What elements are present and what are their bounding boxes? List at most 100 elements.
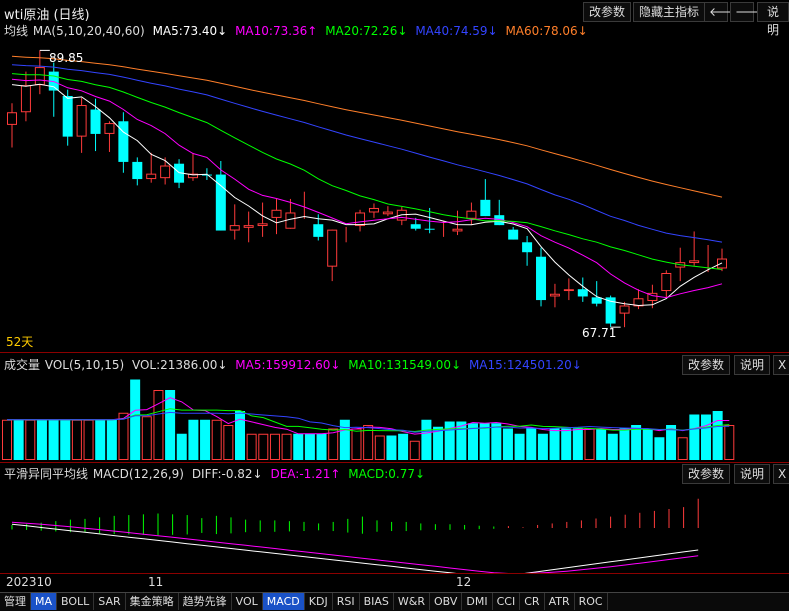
volume-bar bbox=[526, 428, 537, 460]
volume-bar bbox=[398, 433, 409, 460]
ma20-value: MA20:72.26↓ bbox=[325, 24, 408, 38]
x-label-start: 202310 bbox=[6, 575, 52, 589]
macd-close-button[interactable]: X bbox=[773, 464, 789, 484]
candle-body bbox=[62, 95, 73, 137]
volume-bar bbox=[409, 440, 420, 460]
volume-bar bbox=[60, 419, 71, 460]
prev-button[interactable]: 🡐 bbox=[704, 2, 741, 22]
volume-bar bbox=[106, 419, 117, 460]
tab-rsi[interactable]: RSI bbox=[333, 593, 360, 610]
x-label-dec: 12 bbox=[456, 575, 472, 589]
volume-bar bbox=[83, 419, 94, 460]
vol-modify-params-button[interactable]: 改参数 bbox=[682, 355, 731, 375]
macd-modify-params-button[interactable]: 改参数 bbox=[682, 464, 731, 484]
volume-bar bbox=[351, 428, 362, 460]
candle-body bbox=[619, 305, 630, 314]
tab-[interactable]: 管理 bbox=[0, 593, 31, 610]
vol-help-button[interactable]: 说明 bbox=[734, 355, 771, 375]
candle-body bbox=[285, 212, 296, 229]
vol-ma5-value: MA5:159912.60↓ bbox=[235, 358, 341, 372]
tab-cr[interactable]: CR bbox=[520, 593, 545, 610]
dea-value: DEA:-1.21↑ bbox=[270, 467, 341, 481]
ma10-value: MA10:73.36↑ bbox=[235, 24, 318, 38]
volume-bar bbox=[514, 433, 525, 460]
volume-bar bbox=[561, 428, 572, 460]
vol-ma15-value: MA15:124501.20↓ bbox=[468, 358, 582, 372]
macd-chart[interactable] bbox=[0, 483, 789, 573]
diff-value: DIFF:-0.82↓ bbox=[191, 467, 263, 481]
candle-body bbox=[118, 121, 129, 162]
volume-chart[interactable] bbox=[0, 374, 789, 462]
candle-body bbox=[549, 293, 560, 297]
volume-bar bbox=[235, 411, 245, 460]
volume-bar bbox=[689, 414, 700, 460]
macd-help-button[interactable]: 说明 bbox=[734, 464, 771, 484]
volume-bar bbox=[712, 411, 723, 460]
tab-roc[interactable]: ROC bbox=[575, 593, 608, 610]
hide-main-indicator-button[interactable]: 隐藏主指标 bbox=[633, 2, 706, 22]
high-price-label: 89.85 bbox=[49, 51, 84, 65]
tab-obv[interactable]: OBV bbox=[430, 593, 463, 610]
candle-body bbox=[522, 242, 533, 253]
tab-sar[interactable]: SAR bbox=[94, 593, 126, 610]
tab-cci[interactable]: CCI bbox=[493, 593, 521, 610]
help-button[interactable]: 说明 bbox=[757, 2, 789, 37]
volume-bar bbox=[36, 419, 47, 460]
candle-body bbox=[327, 229, 338, 267]
tab-kdj[interactable]: KDJ bbox=[305, 593, 333, 610]
candle-body bbox=[577, 289, 588, 297]
volume-bar bbox=[596, 428, 607, 460]
volume-bar bbox=[479, 423, 490, 460]
ma5-line bbox=[11, 83, 723, 307]
candle-body bbox=[452, 228, 463, 232]
volume-bar bbox=[223, 425, 234, 460]
macd-legend: 平滑异同平均线 MACD(12,26,9) DIFF:-0.82↓ DEA:-1… bbox=[4, 465, 429, 482]
tab-vol[interactable]: VOL bbox=[232, 593, 263, 610]
volume-bar bbox=[619, 428, 630, 460]
candle-body bbox=[563, 289, 574, 292]
vol-ma10-value: MA10:131549.00↓ bbox=[348, 358, 462, 372]
volume-bar bbox=[421, 419, 432, 460]
indicator-tab-bar: 管理 MA BOLL SAR 集金策略 趋势先锋 VOL MACD KDJ RSI BIAS W&R O… bbox=[0, 592, 789, 611]
dea-line bbox=[11, 521, 699, 573]
candle-body bbox=[313, 224, 324, 237]
volume-bar bbox=[724, 425, 735, 460]
volume-bar bbox=[701, 414, 711, 460]
vol-value: VOL:21386.00↓ bbox=[131, 358, 228, 372]
volume-bar bbox=[293, 433, 304, 460]
volume-bar bbox=[71, 419, 82, 460]
volume-bar bbox=[607, 433, 618, 460]
candle-body bbox=[368, 207, 379, 213]
ma10-line bbox=[11, 78, 723, 299]
volume-bar bbox=[211, 419, 222, 460]
ma20-line bbox=[11, 73, 723, 270]
tab-ma[interactable]: MA bbox=[31, 593, 58, 610]
tab-boll[interactable]: BOLL bbox=[57, 593, 95, 610]
period-label: 52天 bbox=[6, 335, 34, 349]
candle-body bbox=[466, 210, 477, 219]
candle-body bbox=[689, 260, 700, 264]
modify-params-button[interactable]: 改参数 bbox=[583, 2, 632, 22]
chart-title: wti原油 (日线) bbox=[4, 8, 90, 23]
volume-bar bbox=[386, 435, 397, 460]
tab-wr[interactable]: W&R bbox=[394, 593, 430, 610]
vol-close-button[interactable]: X bbox=[773, 355, 789, 375]
volume-bar bbox=[153, 390, 164, 460]
tab-bias[interactable]: BIAS bbox=[360, 593, 394, 610]
next-button[interactable]: 🡒 bbox=[730, 2, 767, 22]
tab-[interactable]: 集金策略 bbox=[126, 593, 179, 610]
candle-body bbox=[34, 67, 45, 86]
tab-[interactable]: 趋势先锋 bbox=[179, 593, 232, 610]
volume-bar bbox=[328, 428, 339, 460]
tab-atr[interactable]: ATR bbox=[545, 593, 575, 610]
volume-bar bbox=[316, 433, 327, 460]
ma5-value: MA5:73.40↓ bbox=[152, 24, 228, 38]
tab-macd[interactable]: MACD bbox=[262, 593, 305, 610]
candle-body bbox=[508, 229, 519, 240]
volume-bar bbox=[584, 428, 595, 460]
volume-bar bbox=[537, 433, 548, 460]
volume-bar bbox=[374, 435, 385, 460]
volume-bar bbox=[549, 428, 560, 460]
price-chart[interactable] bbox=[0, 38, 789, 351]
tab-dmi[interactable]: DMI bbox=[462, 593, 493, 610]
